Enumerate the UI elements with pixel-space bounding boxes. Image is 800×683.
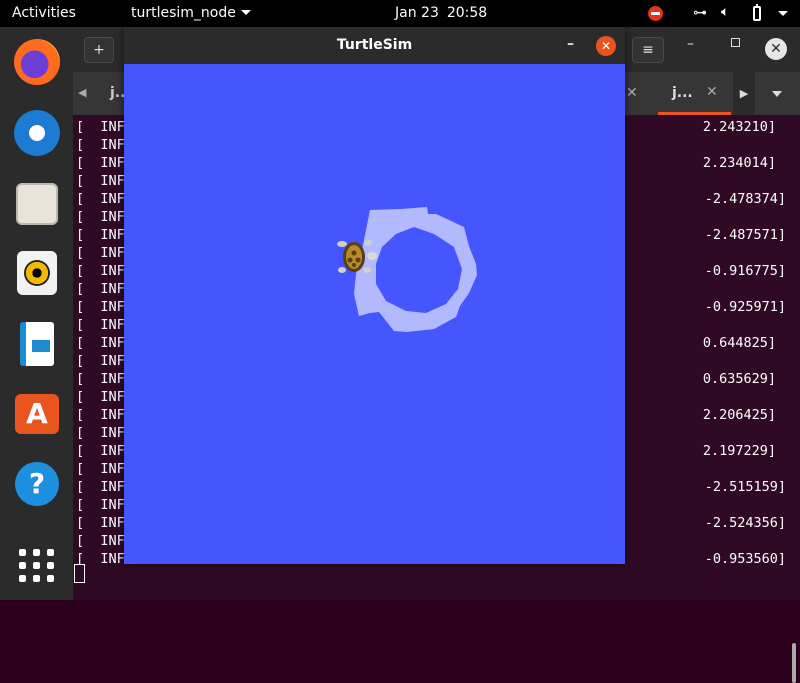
rhythmbox-icon: [17, 251, 57, 295]
tab-list-chevron-icon[interactable]: [772, 91, 782, 97]
log-value: 0.635629]: [702, 371, 776, 387]
files-icon: [16, 183, 58, 225]
libreoffice-writer-icon: [20, 322, 54, 366]
log-value: -0.953560]: [704, 551, 786, 567]
turtlesim-canvas[interactable]: [124, 64, 625, 564]
log-value: -2.515159]: [704, 479, 786, 495]
maximize-icon[interactable]: [731, 38, 740, 47]
log-value: -0.925971]: [704, 299, 786, 315]
tab-scroll-right-icon[interactable]: ▶: [733, 72, 755, 115]
thunderbird-icon: [14, 110, 60, 156]
close-icon[interactable]: ✕: [765, 38, 787, 60]
app-menu-label: turtlesim_node: [131, 5, 236, 21]
chevron-down-icon: [240, 10, 251, 15]
tab-scroll-left-icon[interactable]: ◀: [78, 86, 86, 99]
activities-button[interactable]: Activities: [12, 5, 76, 21]
log-value: -2.478374]: [704, 191, 786, 207]
log-value: -2.487571]: [704, 227, 786, 243]
terminal-cursor: [74, 564, 85, 583]
app-menu[interactable]: turtlesim_node: [131, 5, 251, 21]
ubuntu-software-icon: A: [15, 394, 59, 434]
show-applications-icon: [19, 547, 55, 583]
do-not-disturb-icon[interactable]: [648, 6, 663, 21]
tab-active-close-icon[interactable]: ✕: [706, 84, 718, 100]
close-icon[interactable]: ✕: [596, 36, 616, 56]
clock-date: Jan 23: [395, 5, 439, 21]
turtlesim-title-bar[interactable]: TurtleSim – ✕: [124, 27, 625, 64]
turtlesim-window: TurtleSim – ✕: [124, 27, 625, 564]
minimize-icon[interactable]: –: [567, 36, 574, 52]
system-menu-chevron-icon[interactable]: [778, 11, 788, 16]
turtlesim-drawing: [337, 207, 477, 332]
log-value: 2.243210]: [702, 119, 776, 135]
firefox-icon: [14, 39, 60, 85]
tab-close-icon[interactable]: ✕: [626, 85, 638, 101]
tab-active-label: j...: [672, 85, 693, 101]
log-value: 0.644825]: [702, 335, 776, 351]
minimize-icon[interactable]: –: [687, 36, 694, 52]
dock-firefox[interactable]: [13, 38, 61, 86]
terminal-menu-button[interactable]: ≡: [632, 37, 664, 63]
terminal-scrollbar[interactable]: [792, 643, 796, 683]
dock-show-applications[interactable]: [13, 541, 61, 589]
turtle-trail: [354, 207, 477, 332]
log-value: 2.206425]: [702, 407, 776, 423]
log-value: 2.197229]: [702, 443, 776, 459]
dock-files[interactable]: [13, 180, 61, 228]
volume-icon[interactable]: 🔈︎: [721, 4, 729, 20]
top-bar: Activities turtlesim_node Jan 23 20:58 ⊶ …: [0, 0, 800, 27]
dock-libreoffice-writer[interactable]: [13, 320, 61, 368]
dock-thunderbird[interactable]: [13, 109, 61, 157]
tab-active[interactable]: j... ✕: [658, 72, 731, 115]
clock-time: 20:58: [446, 5, 488, 21]
dock-rhythmbox[interactable]: [13, 249, 61, 297]
dock-ubuntu-software[interactable]: A: [13, 390, 61, 438]
dock-help[interactable]: ?: [13, 460, 61, 508]
new-tab-button[interactable]: +: [84, 37, 114, 63]
log-value: 2.234014]: [702, 155, 776, 171]
log-value: -2.524356]: [704, 515, 786, 531]
network-icon[interactable]: ⊶: [693, 5, 707, 21]
battery-icon[interactable]: [753, 4, 761, 21]
clock[interactable]: Jan 23 20:58: [395, 5, 487, 21]
turtlesim-title: TurtleSim: [336, 37, 413, 53]
help-icon: ?: [15, 462, 59, 506]
dock: A ?: [0, 27, 73, 600]
log-value: -0.916775]: [704, 263, 786, 279]
